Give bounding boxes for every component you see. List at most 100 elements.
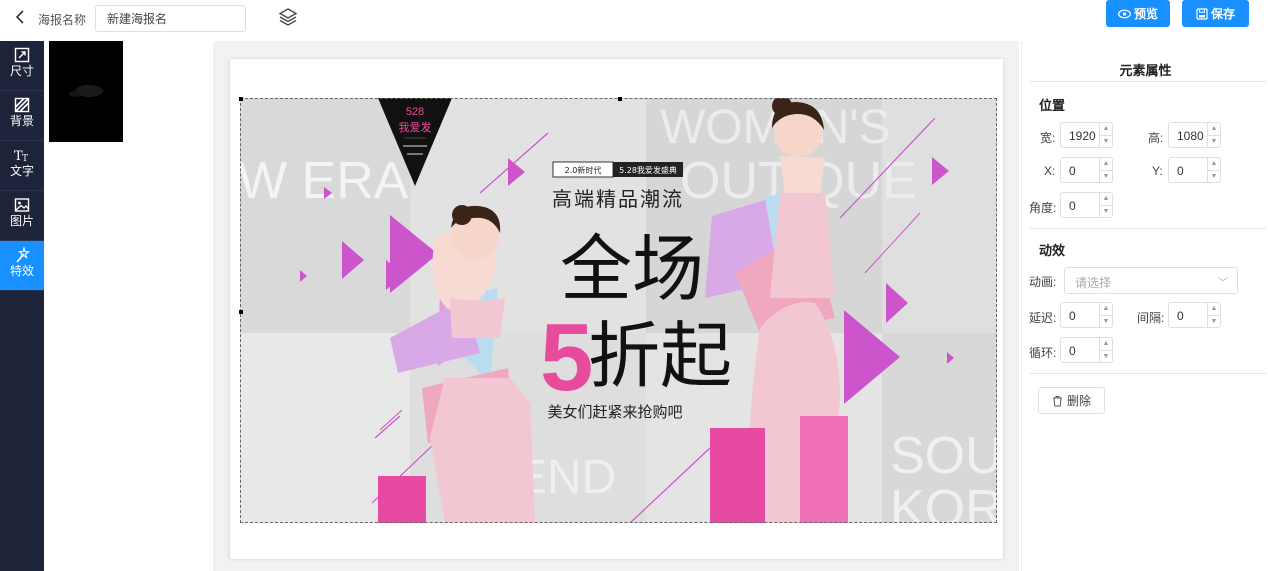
width-stepper[interactable]: ▲ ▼	[1099, 123, 1112, 147]
sidebar-item-label: 尺寸	[9, 64, 34, 78]
sidebar-item-label: 文字	[9, 164, 34, 178]
save-label: 保存	[1210, 7, 1235, 21]
x-value: 0	[1069, 164, 1076, 178]
save-button[interactable]: 保存	[1182, 0, 1249, 27]
angle-label: 角度:	[1029, 201, 1057, 215]
x-label: X:	[1044, 164, 1056, 178]
tool-sidebar: 尺寸 背景 T T 文字 图片 特效	[0, 41, 44, 571]
trash-icon	[1052, 395, 1062, 406]
preview-button[interactable]: 预览	[1106, 0, 1170, 27]
effects-icon	[16, 247, 30, 263]
chevron-down-icon[interactable]: ▼	[1100, 135, 1112, 147]
sidebar-item-size[interactable]: 尺寸	[0, 41, 44, 91]
poster-canvas[interactable]: W ERA WOMEN'S OUTIQUE SOUT KORE END 528 …	[240, 98, 997, 523]
poster-subtitle: 高端精品潮流	[552, 187, 684, 211]
chevron-down-icon[interactable]: ▼	[1100, 350, 1112, 362]
save-icon	[1196, 7, 1208, 20]
angle-value: 0	[1069, 199, 1076, 213]
sidebar-item-image[interactable]: 图片	[0, 191, 44, 241]
poster-headline-2: 折起	[588, 314, 732, 398]
x-input[interactable]: 0 ▲ ▼	[1060, 157, 1113, 183]
delete-button[interactable]: 删除	[1038, 387, 1105, 414]
image-icon	[14, 198, 30, 212]
animation-placeholder: 请选择	[1075, 276, 1112, 290]
loop-label: 循环:	[1029, 346, 1057, 360]
chevron-up-icon[interactable]: ▲	[1100, 158, 1112, 170]
chevron-up-icon[interactable]: ▲	[1208, 158, 1220, 170]
text-icon: T T	[14, 149, 28, 163]
bg-word: KORE	[890, 480, 997, 523]
chevron-down-icon[interactable]: ▼	[1100, 315, 1112, 327]
sidebar-item-label: 背景	[9, 114, 34, 128]
poster-name-label: 海报名称	[38, 13, 87, 27]
sidebar-item-text[interactable]: T T 文字	[0, 141, 44, 191]
interval-stepper[interactable]: ▲ ▼	[1207, 303, 1220, 327]
chevron-up-icon[interactable]: ▲	[1208, 123, 1220, 135]
loop-input[interactable]: 0 ▲ ▼	[1060, 337, 1113, 363]
y-label: Y:	[1152, 164, 1163, 178]
chevron-left-icon[interactable]	[14, 9, 30, 27]
delay-input[interactable]: 0 ▲ ▼	[1060, 302, 1113, 328]
background-icon	[14, 97, 30, 113]
badge-text: 我爱发	[399, 120, 432, 134]
y-input[interactable]: 0 ▲ ▼	[1168, 157, 1221, 183]
eye-icon	[1118, 9, 1131, 18]
loop-value: 0	[1069, 344, 1076, 358]
divider	[1030, 373, 1266, 374]
poster-tagline: 美女们赶紧来抢购吧	[547, 403, 682, 421]
x-stepper[interactable]: ▲ ▼	[1099, 158, 1112, 182]
poster-headline-1: 全场	[560, 227, 704, 311]
angle-input[interactable]: 0 ▲ ▼	[1060, 192, 1113, 218]
delay-label: 延迟:	[1029, 311, 1057, 325]
top-toolbar: 海报名称 预览 保存	[0, 0, 1268, 37]
poster-headline-num: 5	[540, 304, 593, 411]
sidebar-item-background[interactable]: 背景	[0, 91, 44, 141]
delay-stepper[interactable]: ▲ ▼	[1099, 303, 1112, 327]
height-input[interactable]: 1080 ▲ ▼	[1168, 122, 1221, 148]
y-value: 0	[1177, 164, 1184, 178]
tag-left: 2.0新时代	[565, 165, 602, 175]
sidebar-item-effects[interactable]: 特效	[0, 241, 44, 291]
layers-icon[interactable]	[278, 7, 298, 27]
width-label: 宽:	[1040, 131, 1056, 145]
sidebar-item-label: 图片	[9, 214, 34, 228]
height-stepper[interactable]: ▲ ▼	[1207, 123, 1220, 147]
divider	[1030, 81, 1266, 82]
bg-word: W ERA	[240, 152, 409, 210]
width-input[interactable]: 1920 ▲ ▼	[1060, 122, 1113, 148]
sidebar-item-label: 特效	[9, 264, 34, 278]
chevron-up-icon[interactable]: ▲	[1100, 193, 1112, 205]
interval-value: 0	[1177, 309, 1184, 323]
divider	[1030, 228, 1266, 229]
chevron-down-icon[interactable]: ▼	[1208, 135, 1220, 147]
chevron-up-icon[interactable]: ▲	[1100, 303, 1112, 315]
interval-label: 间隔:	[1137, 311, 1165, 325]
interval-input[interactable]: 0 ▲ ▼	[1168, 302, 1221, 328]
chevron-down-icon[interactable]: ▼	[1208, 315, 1220, 327]
bg-word: SOUT	[890, 427, 997, 485]
poster-name-input[interactable]	[95, 5, 246, 32]
delay-value: 0	[1069, 309, 1076, 323]
preview-label: 预览	[1133, 7, 1158, 21]
chevron-up-icon[interactable]: ▲	[1100, 338, 1112, 350]
height-label: 高:	[1148, 131, 1164, 145]
y-stepper[interactable]: ▲ ▼	[1207, 158, 1220, 182]
chevron-down-icon[interactable]: ▼	[1100, 205, 1112, 217]
tag-right: 5.28我爱发盛典	[619, 165, 677, 175]
loop-stepper[interactable]: ▲ ▼	[1099, 338, 1112, 362]
properties-title: 元素属性	[1119, 63, 1172, 78]
badge-number: 528	[406, 106, 424, 118]
chevron-down-icon[interactable]: ▼	[1100, 170, 1112, 182]
properties-panel: 元素属性 位置 宽: 1920 ▲ ▼ 高: 1080 ▲ ▼ X: 0 ▲ ▼ Y:…	[1021, 41, 1268, 571]
width-value: 1920	[1069, 129, 1096, 143]
chevron-up-icon[interactable]: ▲	[1208, 303, 1220, 315]
angle-stepper[interactable]: ▲ ▼	[1099, 193, 1112, 217]
chevron-down-icon[interactable]: ▼	[1208, 170, 1220, 182]
svg-text:T: T	[22, 154, 28, 163]
chevron-up-icon[interactable]: ▲	[1100, 123, 1112, 135]
delete-label: 删除	[1066, 394, 1091, 408]
animation-label: 动画:	[1029, 275, 1057, 289]
page-thumbnail[interactable]	[49, 41, 123, 142]
animation-select[interactable]: 请选择 ﹀	[1064, 267, 1238, 294]
chevron-down-icon: ﹀	[1218, 278, 1228, 289]
